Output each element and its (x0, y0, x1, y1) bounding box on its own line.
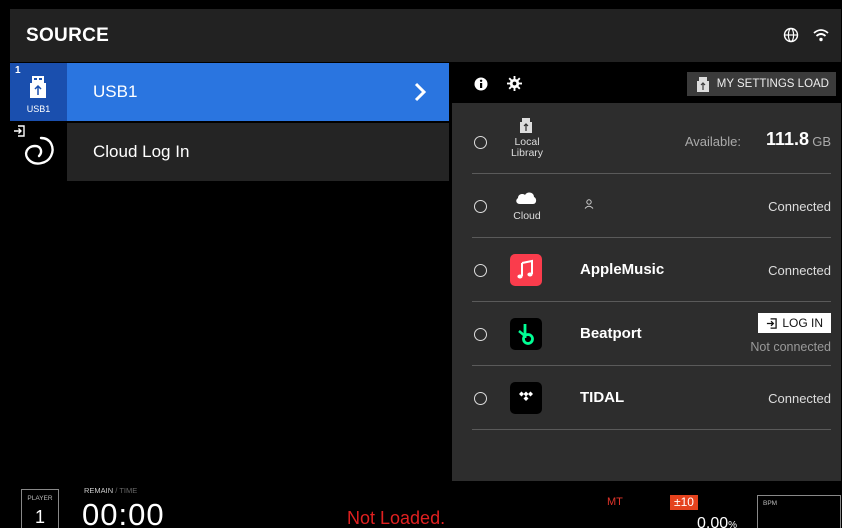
available-unit: GB (812, 134, 831, 149)
service-name: AppleMusic (580, 261, 665, 278)
radio-button[interactable] (474, 328, 487, 341)
bpm-label: BPM (763, 500, 778, 507)
panel-toolbar: MY SETTINGS LOAD (452, 63, 841, 103)
login-icon (767, 317, 778, 329)
my-settings-load-button[interactable]: MY SETTINGS LOAD (686, 72, 836, 96)
slot-usb1[interactable]: 1 USB1 (10, 63, 67, 121)
cloud-login-icon (24, 136, 54, 165)
usb-icon (696, 76, 709, 92)
pitch-range-badge: ±10 (670, 495, 698, 510)
my-settings-load-label: MY SETTINGS LOAD (716, 78, 829, 90)
slot-cloud[interactable] (10, 122, 67, 180)
pitch-value: 0.00 (697, 515, 729, 528)
status-text: Connected (768, 199, 831, 214)
header-bar: SOURCE (10, 9, 841, 62)
source-item-usb1[interactable]: USB1 (67, 63, 449, 121)
screen: SOURCE 1 USB1 USB1 Cloud Log In MY SETTI… (10, 9, 841, 528)
status-text: Connected (768, 263, 831, 278)
list-item-tidal[interactable]: TIDAL Connected (472, 367, 831, 430)
usb-icon (30, 76, 46, 98)
login-button[interactable]: LOG IN (758, 313, 831, 333)
radio-button[interactable] (474, 200, 487, 213)
source-list-panel: Local Library Available: 111.8 GB Cloud … (452, 103, 841, 481)
slot-number: 1 (15, 65, 21, 76)
player-label: PLAYER (27, 495, 53, 502)
tidal-icon (510, 382, 542, 414)
player-indicator: PLAYER 1 (21, 489, 59, 528)
wifi-icon[interactable] (811, 25, 831, 45)
available-label: Available: (684, 134, 741, 149)
slot-label: USB1 (26, 104, 51, 114)
list-item-cloud[interactable]: Cloud Connected (472, 175, 831, 238)
status-text: Not connected (750, 340, 831, 354)
globe-icon[interactable] (781, 25, 801, 45)
page-title: SOURCE (26, 25, 110, 46)
list-item-local-library[interactable]: Local Library Available: 111.8 GB (472, 111, 831, 174)
pitch-unit: % (728, 520, 738, 528)
remain-time-label[interactable]: REMAIN / TIME (84, 486, 137, 495)
list-item-beatport[interactable]: Beatport LOG IN Not connected (472, 303, 831, 366)
cloud-icon (516, 192, 537, 204)
service-name: TIDAL (580, 389, 625, 406)
remain-label: REMAIN (84, 486, 114, 495)
usb-icon (520, 118, 532, 133)
player-number: 1 (34, 507, 45, 527)
available-value: 111.8 (765, 129, 809, 149)
cloud-caption: Cloud (513, 210, 541, 222)
source-item-cloud-login[interactable]: Cloud Log In (67, 123, 449, 181)
source-item-label: USB1 (93, 82, 138, 101)
radio-button[interactable] (474, 136, 487, 149)
beatport-icon (510, 318, 542, 350)
pitch-display: 0.00% (697, 515, 737, 528)
gear-icon[interactable] (507, 76, 522, 91)
source-item-label: Cloud Log In (93, 142, 190, 161)
login-label: LOG IN (782, 316, 823, 330)
service-name: Beatport (580, 325, 642, 342)
master-tempo-indicator: MT (607, 496, 623, 508)
time-label: TIME (119, 486, 138, 495)
bpm-display: BPM (757, 495, 841, 528)
radio-button[interactable] (474, 264, 487, 277)
status-text: Connected (768, 391, 831, 406)
apple-music-icon (510, 254, 542, 286)
footer-bar: PLAYER 1 REMAIN / TIME 00:00 Not Loaded.… (10, 481, 841, 528)
separator: / (115, 486, 118, 495)
caption-line2: Library (510, 147, 544, 159)
track-status: Not Loaded. (347, 508, 446, 528)
time-display: 00:00 (82, 497, 165, 528)
info-icon[interactable] (474, 77, 488, 91)
chevron-right-icon (414, 82, 427, 102)
list-item-apple-music[interactable]: AppleMusic Connected (472, 239, 831, 302)
source-slot-column: 1 USB1 (10, 63, 67, 480)
radio-button[interactable] (474, 392, 487, 405)
user-icon (584, 199, 594, 209)
